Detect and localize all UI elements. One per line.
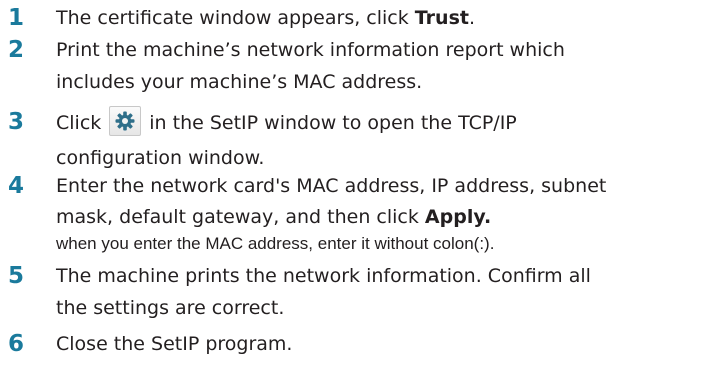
- gear-icon: [109, 106, 142, 136]
- step-number: 5: [8, 263, 25, 289]
- step-number: 4: [8, 173, 25, 199]
- step-line: Click in the SetIP window to open the TC…: [56, 104, 726, 142]
- step-text-segment: mask, default gateway, and then click: [56, 206, 425, 228]
- step-line: Close the SetIP program.: [56, 333, 293, 355]
- step-line: The machine prints the network informati…: [56, 265, 591, 287]
- step-text-segment: in the SetIP window to open the TCP/IP: [149, 112, 517, 134]
- step-text-segment: The certificate window appears, click: [56, 7, 415, 29]
- step-text: The machine prints the network informati…: [56, 260, 726, 324]
- step-line: The certificate window appears, click Tr…: [56, 2, 726, 34]
- step-line: Enter the network card's MAC address, IP…: [56, 175, 607, 197]
- step-text: Print the machine’s network information …: [56, 34, 726, 98]
- step-number: 1: [8, 5, 25, 31]
- step-text: Enter the network card's MAC address, IP…: [56, 170, 726, 258]
- step-number: 2: [8, 37, 25, 63]
- mac-address-note: when you enter the MAC address, enter it…: [56, 234, 495, 253]
- step-text: Click in the SetIP window to open the TC…: [56, 104, 726, 174]
- step-text-segment: .: [468, 7, 476, 29]
- step-line: includes your machine’s MAC address.: [56, 71, 423, 93]
- trust-label: Trust: [414, 7, 469, 29]
- step-text: Close the SetIP program.: [56, 328, 726, 360]
- apply-label: Apply.: [424, 206, 492, 228]
- step-number: 3: [8, 109, 25, 135]
- instruction-page: 1 The certificate window appears, click …: [0, 0, 726, 387]
- step-line: Print the machine’s network information …: [56, 39, 565, 61]
- step-line: the settings are correct.: [56, 297, 285, 319]
- step-line: mask, default gateway, and then click Ap…: [56, 202, 726, 230]
- step-number: 6: [8, 331, 25, 357]
- step-text-segment: Click: [56, 112, 102, 134]
- step-text: The certificate window appears, click Tr…: [56, 2, 726, 34]
